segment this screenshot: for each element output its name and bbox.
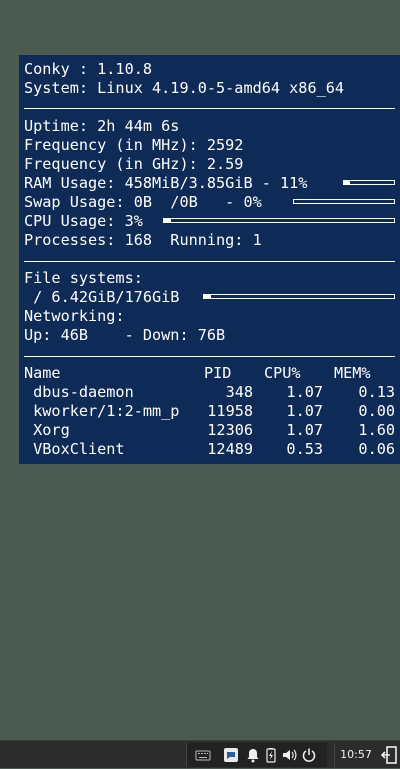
clock[interactable]: 10:57 xyxy=(334,743,377,767)
process-table: Name PID CPU% MEM% dbus-daemon 348 1.07 … xyxy=(24,364,395,459)
system-tray xyxy=(186,743,327,767)
process-name: kworker/1:2-mm_p xyxy=(24,402,180,420)
processes: Processes: 168 Running: 1 xyxy=(24,231,262,249)
header-mem: MEM% xyxy=(334,364,371,382)
cpu-bar xyxy=(163,218,395,223)
process-mem: 0.00 xyxy=(358,402,395,420)
process-cpu: 1.07 xyxy=(286,402,323,420)
ram-usage: RAM Usage: 458MiB/3.85GiB - 11% xyxy=(24,174,308,192)
battery-icon[interactable] xyxy=(263,747,279,763)
filesystem-bar-fill xyxy=(204,295,211,298)
table-row: kworker/1:2-mm_p 11958 1.07 0.00 xyxy=(24,402,395,421)
cpu-bar-fill xyxy=(164,219,171,222)
process-mem: 0.13 xyxy=(358,383,395,401)
divider xyxy=(24,356,395,357)
process-pid: 11958 xyxy=(207,402,253,420)
filesystem-bar xyxy=(203,294,395,299)
process-name: VBoxClient xyxy=(24,440,125,458)
bell-icon[interactable] xyxy=(245,747,261,763)
cpu-usage: CPU Usage: 3% xyxy=(24,212,143,230)
process-cpu: 1.07 xyxy=(286,383,323,401)
process-pid: 348 xyxy=(225,383,253,401)
header-pid: PID xyxy=(204,364,232,382)
frequency-mhz: Frequency (in MHz): 2592 xyxy=(24,136,244,154)
swap-bar xyxy=(293,199,395,204)
ram-bar xyxy=(343,180,395,185)
process-pid: 12489 xyxy=(207,440,253,458)
header-name: Name xyxy=(24,364,61,382)
divider xyxy=(24,261,395,262)
conky-version: Conky : 1.10.8 xyxy=(24,60,153,78)
uptime: Uptime: 2h 44m 6s xyxy=(24,117,180,135)
system-info: System: Linux 4.19.0-5-amd64 x86_64 xyxy=(24,79,345,97)
swap-usage: Swap Usage: 0B /0B - 0% xyxy=(24,193,262,211)
process-mem: 1.60 xyxy=(358,421,395,439)
power-icon[interactable] xyxy=(301,747,317,763)
frequency-ghz: Frequency (in GHz): 2.59 xyxy=(24,155,244,173)
process-name: dbus-daemon xyxy=(24,383,134,401)
process-pid: 12306 xyxy=(207,421,253,439)
networking-title: Networking: xyxy=(24,307,125,325)
process-cpu: 1.07 xyxy=(286,421,323,439)
filesystems-title: File systems: xyxy=(24,269,143,287)
divider xyxy=(24,108,395,109)
keyboard-icon[interactable] xyxy=(195,747,211,763)
logout-icon[interactable] xyxy=(380,745,398,765)
process-name: Xorg xyxy=(24,421,70,439)
conky-panel: Conky : 1.10.8 System: Linux 4.19.0-5-am… xyxy=(19,55,400,464)
ram-bar-fill xyxy=(344,181,350,184)
table-row: VBoxClient 12489 0.53 0.06 xyxy=(24,440,395,459)
taskbar: 10:57 xyxy=(0,740,400,768)
process-mem: 0.06 xyxy=(358,440,395,458)
table-row: Xorg 12306 1.07 1.60 xyxy=(24,421,395,440)
chat-icon[interactable] xyxy=(223,747,239,763)
table-row: dbus-daemon 348 1.07 0.13 xyxy=(24,383,395,402)
filesystem-root: / 6.42GiB/176GiB xyxy=(24,288,180,306)
header-cpu: CPU% xyxy=(264,364,301,382)
process-table-header: Name PID CPU% MEM% xyxy=(24,364,395,383)
process-cpu: 0.53 xyxy=(286,440,323,458)
volume-icon[interactable] xyxy=(281,747,297,763)
network-updown: Up: 46B - Down: 76B xyxy=(24,326,226,344)
desktop: Conky : 1.10.8 System: Linux 4.19.0-5-am… xyxy=(0,0,400,740)
